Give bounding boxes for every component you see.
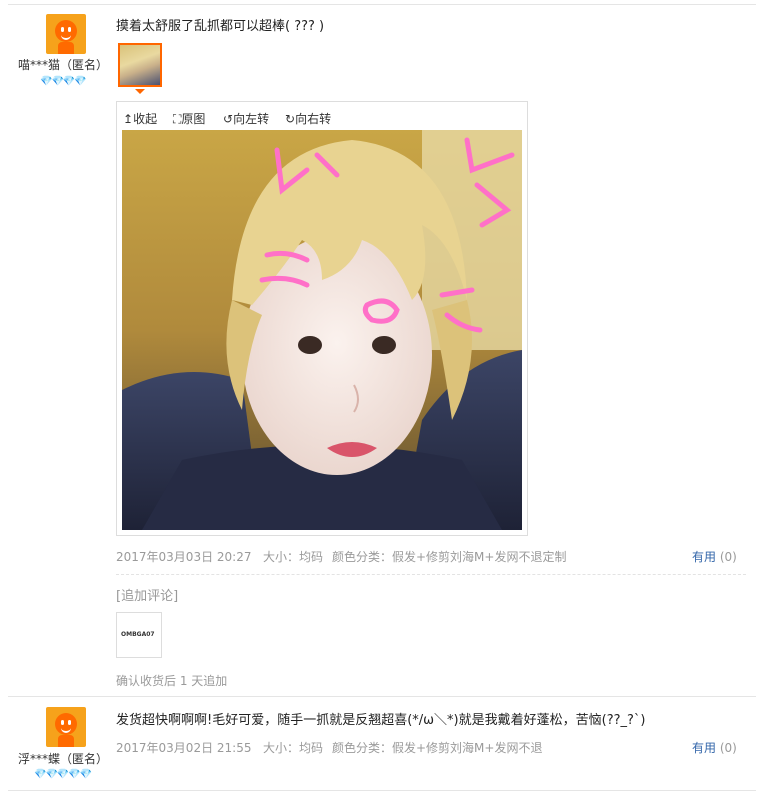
product-size: 大小：均码 xyxy=(263,550,324,564)
product-size: 大小：均码 xyxy=(263,741,324,755)
rotate-left-icon: ↺ xyxy=(223,112,234,126)
review-photo[interactable] xyxy=(122,130,522,530)
review-date: 2017年03月03日 20:27 xyxy=(116,550,252,564)
review-divider xyxy=(8,790,756,791)
review-divider xyxy=(8,696,756,697)
append-time-note: 确认收货后 1 天追加 xyxy=(116,674,228,688)
reviewer-name: 喵***猫（匿名） xyxy=(18,58,109,72)
reviewer-name: 浮***蝶（匿名） xyxy=(18,752,109,766)
useful-button[interactable]: 有用 (0) xyxy=(692,548,737,565)
thumbnail-selected-indicator xyxy=(135,89,145,94)
divider xyxy=(116,574,746,575)
avatar[interactable] xyxy=(46,707,86,747)
review-text: 发货超快啊啊啊!毛好可爱，随手一抓就是反翘超喜(*/ω＼*)就是我戴着好蓬松，苦… xyxy=(116,713,646,728)
useful-button[interactable]: 有用 (0) xyxy=(692,739,737,756)
review-date: 2017年03月02日 21:55 xyxy=(116,741,252,755)
rotate-left-button[interactable]: ↺向左转 xyxy=(223,110,269,127)
photo-viewer: ↥收起 ⛶原图 ↺向左转 ↻向右转 xyxy=(116,101,528,536)
reviewer-rank-icon: 💎💎💎💎💎 xyxy=(34,769,92,780)
review-text: 摸着太舒服了乱抓都可以超棒( ??? ) xyxy=(116,19,325,34)
collapse-button[interactable]: ↥收起 xyxy=(123,110,157,127)
rotate-right-button[interactable]: ↻向右转 xyxy=(285,110,331,127)
arrow-up-icon: ↥ xyxy=(123,112,134,126)
product-variant: 颜色分类：假发+修剪刘海M+发网不退定制 xyxy=(332,550,567,564)
original-image-button[interactable]: ⛶原图 xyxy=(173,110,205,127)
review-photo-thumbnail[interactable] xyxy=(118,43,162,87)
top-divider xyxy=(8,4,756,5)
reviewer-rank-icon: 💎💎💎💎 xyxy=(40,76,87,87)
append-review-label: [追加评论] xyxy=(116,589,179,604)
rotate-right-icon: ↻ xyxy=(285,112,296,126)
append-photo-thumbnail[interactable]: OMBGA07 xyxy=(116,612,162,658)
product-variant: 颜色分类：假发+修剪刘海M+发网不退 xyxy=(332,741,543,755)
avatar[interactable] xyxy=(46,14,86,54)
